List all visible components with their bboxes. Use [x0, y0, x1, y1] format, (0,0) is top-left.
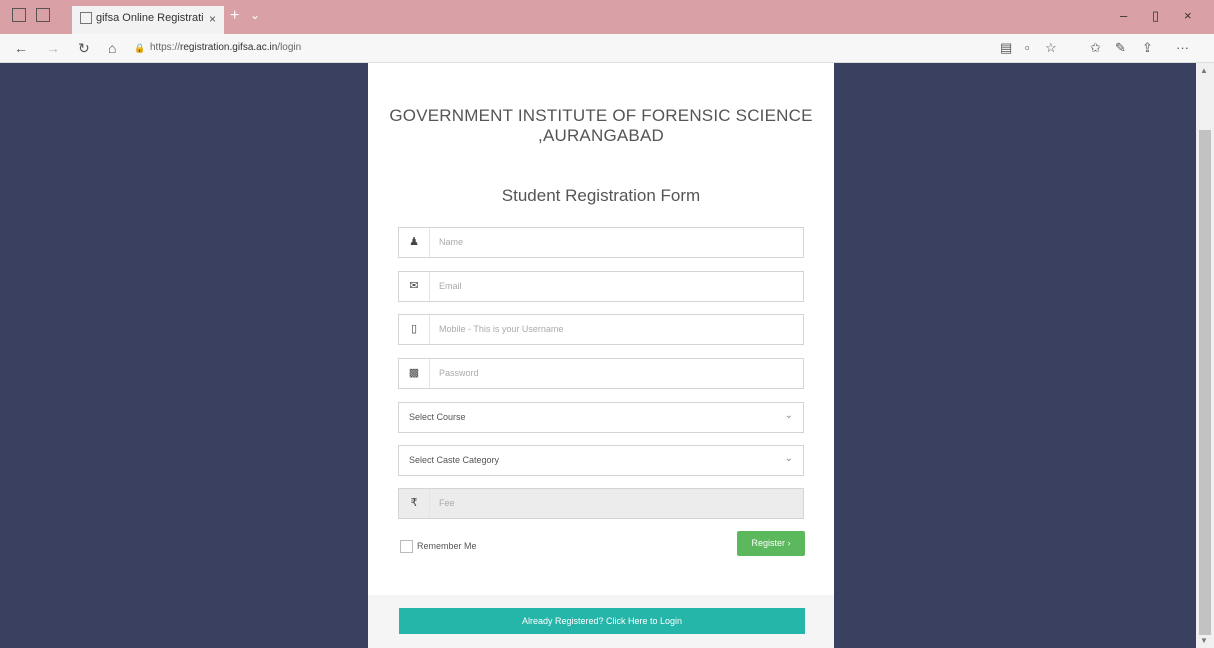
fee-input: ₹ Fee	[398, 488, 804, 519]
envelope-icon: ✉	[399, 272, 430, 301]
browser-titlebar: gifsa Online Registrati × + ⌄ – ▯ ×	[0, 0, 1214, 34]
name-input[interactable]: ♟ Name	[398, 227, 804, 258]
favorites-icon[interactable]: ✩	[1090, 40, 1101, 56]
user-icon: ♟	[399, 228, 430, 257]
page-favicon-icon	[80, 12, 92, 25]
tab-close-icon[interactable]: ×	[209, 12, 216, 26]
email-placeholder: Email	[439, 281, 462, 291]
course-select-value: Select Course	[409, 412, 466, 422]
set-aside-tabs-icon[interactable]	[36, 8, 50, 22]
phone-icon: ▯	[399, 315, 430, 344]
tab-actions-icon[interactable]	[12, 8, 26, 22]
tab-title: gifsa Online Registrati	[96, 12, 204, 24]
tab-list-chevron-icon[interactable]: ⌄	[250, 8, 260, 22]
caste-category-select[interactable]: Select Caste Category ⌄	[398, 445, 804, 476]
scrollbar-thumb[interactable]	[1199, 130, 1211, 635]
close-window-button[interactable]: ×	[1184, 8, 1192, 23]
favorite-star-icon[interactable]: ☆	[1045, 40, 1057, 56]
reading-view-icon[interactable]: ▤	[1000, 40, 1012, 56]
course-select[interactable]: Select Course ⌄	[398, 402, 804, 433]
scroll-up-icon[interactable]: ▲	[1200, 66, 1208, 75]
url-prefix: https://	[150, 42, 181, 53]
url-field[interactable]: https://registration.gifsa.ac.in/login	[150, 42, 301, 53]
browser-tab[interactable]: gifsa Online Registrati ×	[72, 6, 224, 34]
fee-placeholder: Fee	[439, 498, 455, 508]
url-host: registration.gifsa.ac.in	[180, 42, 278, 53]
url-path: /login	[277, 42, 302, 53]
maximize-button[interactable]: ▯	[1152, 8, 1159, 24]
lock-icon: 🔒	[134, 43, 146, 53]
remember-me-checkbox[interactable]	[400, 540, 413, 553]
caste-select-value: Select Caste Category	[409, 455, 500, 465]
rupee-icon: ₹	[399, 489, 430, 518]
address-toolbar: ← → ↻ ⌂ 🔒 https://registration.gifsa.ac.…	[0, 34, 1214, 63]
chevron-down-icon: ⌄	[784, 453, 793, 464]
name-placeholder: Name	[439, 237, 464, 247]
new-tab-button[interactable]: +	[230, 7, 239, 25]
minimize-button[interactable]: –	[1120, 8, 1127, 23]
share-icon[interactable]: ⇪	[1142, 40, 1153, 56]
extension-icon[interactable]: ▫	[1025, 40, 1030, 55]
forward-icon[interactable]: →	[46, 40, 60, 56]
password-input[interactable]: ▩ Password	[398, 358, 804, 389]
mobile-input[interactable]: ▯ Mobile - This is your Username	[398, 314, 804, 345]
lock-icon: ▩	[399, 359, 430, 388]
login-link-button[interactable]: Already Registered? Click Here to Login	[399, 608, 805, 634]
scroll-down-icon[interactable]: ▼	[1200, 636, 1208, 645]
form-title: Student Registration Form	[501, 186, 701, 205]
home-icon[interactable]: ⌂	[108, 40, 116, 56]
register-button[interactable]: Register ›	[737, 531, 805, 556]
mobile-placeholder: Mobile - This is your Username	[439, 324, 564, 334]
institute-title: GOVERNMENT INSTITUTE OF FORENSIC SCIENCE…	[389, 106, 813, 145]
back-icon[interactable]: ←	[14, 40, 28, 56]
remember-me-label[interactable]: Remember Me	[417, 541, 477, 551]
refresh-icon[interactable]: ↻	[78, 40, 90, 57]
password-placeholder: Password	[439, 368, 479, 378]
chevron-down-icon: ⌄	[784, 410, 793, 421]
more-icon[interactable]: ···	[1176, 40, 1189, 55]
email-input[interactable]: ✉ Email	[398, 271, 804, 302]
pen-icon[interactable]: ✎	[1115, 40, 1126, 56]
